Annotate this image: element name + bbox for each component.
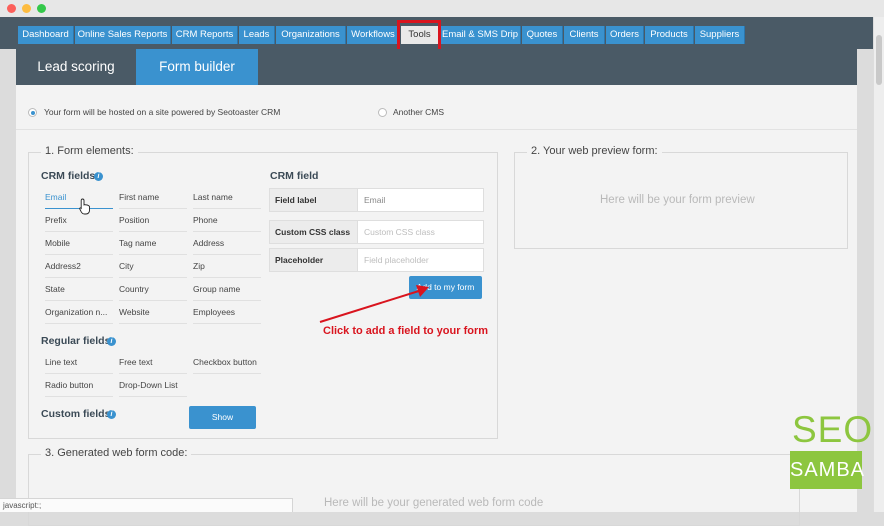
crm-field-phone[interactable]: Phone (193, 210, 261, 232)
crm-field-title: CRM field (270, 170, 319, 182)
window-titlebar (0, 0, 884, 18)
hosting-options: Your form will be hosted on a site power… (16, 85, 857, 130)
minimize-window-icon[interactable] (22, 4, 31, 13)
sub-nav: Lead scoring Form builder (16, 49, 857, 92)
regular-field-free-text[interactable]: Free text (119, 352, 187, 374)
crm-field-zip[interactable]: Zip (193, 256, 261, 278)
hosting-other-cms-radio[interactable] (378, 108, 387, 117)
generated-code-legend: 3. Generated web form code: (41, 447, 192, 459)
hosting-seotoaster-radio[interactable] (28, 108, 37, 117)
logo-samba-text: SAMBA (790, 451, 864, 489)
crm-field-organization-name[interactable]: Organization n... (45, 302, 113, 324)
crm-field-website[interactable]: Website (119, 302, 187, 324)
preview-placeholder: Here will be your form preview (600, 194, 755, 206)
nav-tab-online-sales-reports[interactable]: Online Sales Reports (75, 26, 171, 44)
hosting-other-cms-label: Another CMS (393, 107, 445, 117)
nav-tab-email-sms-drip[interactable]: Email & SMS Drip (440, 26, 521, 44)
nav-tab-organizations[interactable]: Organizations (276, 26, 346, 44)
crm-fields-info-icon[interactable]: i (94, 172, 103, 181)
nav-tab-quotes[interactable]: Quotes (522, 26, 563, 44)
nav-tab-crm-reports[interactable]: CRM Reports (172, 26, 238, 44)
regular-field-line-text[interactable]: Line text (45, 352, 113, 374)
regular-fields-info-icon[interactable]: i (107, 337, 116, 346)
maximize-window-icon[interactable] (37, 4, 46, 13)
crm-field-mobile[interactable]: Mobile (45, 233, 113, 255)
logo-seo-text: SEO (792, 409, 874, 450)
generated-code-fieldset (28, 454, 800, 526)
css-class-input[interactable]: Custom CSS class (364, 221, 435, 243)
crm-field-group-name[interactable]: Group name (193, 279, 261, 301)
regular-field-radio-button[interactable]: Radio button (45, 375, 113, 397)
custom-fields-info-icon[interactable]: i (107, 410, 116, 419)
scrollbar-thumb[interactable] (876, 35, 882, 85)
seo-samba-logo: SEO SAMBA (790, 410, 872, 490)
close-window-icon[interactable] (7, 4, 16, 13)
subtab-form-builder[interactable]: Form builder (136, 49, 258, 85)
form-elements-legend: 1. Form elements: (41, 145, 138, 157)
crm-fields-title: CRM fields (41, 170, 96, 182)
subtab-lead-scoring[interactable]: Lead scoring (16, 49, 136, 85)
nav-tab-leads[interactable]: Leads (239, 26, 275, 44)
crm-field-employees[interactable]: Employees (193, 302, 261, 324)
generated-code-placeholder: Here will be your generated web form cod… (324, 497, 544, 509)
preview-legend: 2. Your web preview form: (527, 145, 662, 157)
annotation-text: Click to add a field to your form (323, 325, 489, 337)
placeholder-label: Placeholder (270, 249, 358, 271)
crm-field-first-name[interactable]: First name (119, 187, 187, 209)
status-bar: javascript:; (0, 498, 293, 512)
crm-field-city[interactable]: City (119, 256, 187, 278)
regular-field-checkbox-button[interactable]: Checkbox button (193, 352, 261, 374)
custom-fields-title: Custom fields (41, 408, 111, 420)
field-label-label: Field label (270, 189, 358, 211)
crm-field-position[interactable]: Position (119, 210, 187, 232)
css-class-row: Custom CSS class Custom CSS class (269, 220, 484, 244)
crm-field-address2[interactable]: Address2 (45, 256, 113, 278)
annotation-arrow-icon (319, 285, 429, 323)
placeholder-input[interactable]: Field placeholder (364, 249, 429, 271)
hosting-seotoaster-label: Your form will be hosted on a site power… (44, 107, 281, 117)
placeholder-row: Placeholder Field placeholder (269, 248, 484, 272)
hand-cursor-icon (79, 198, 90, 215)
css-class-label: Custom CSS class (270, 221, 358, 243)
crm-field-state[interactable]: State (45, 279, 113, 301)
crm-field-address[interactable]: Address (193, 233, 261, 255)
crm-field-last-name[interactable]: Last name (193, 187, 261, 209)
field-label-row: Field label Email (269, 188, 484, 212)
main-nav: Dashboard Online Sales Reports CRM Repor… (0, 17, 884, 49)
nav-tab-workflows[interactable]: Workflows (347, 26, 400, 44)
nav-tab-dashboard[interactable]: Dashboard (18, 26, 74, 44)
show-custom-fields-button[interactable]: Show (189, 406, 256, 429)
vertical-scrollbar[interactable] (873, 17, 884, 512)
regular-fields-title: Regular fields (41, 335, 111, 347)
regular-field-drop-down-list[interactable]: Drop-Down List (119, 375, 187, 397)
crm-field-country[interactable]: Country (119, 279, 187, 301)
nav-tab-suppliers[interactable]: Suppliers (695, 26, 745, 44)
field-label-input[interactable]: Email (364, 189, 385, 211)
nav-tab-clients[interactable]: Clients (564, 26, 605, 44)
nav-tab-orders[interactable]: Orders (606, 26, 644, 44)
form-builder-panel: Your form will be hosted on a site power… (16, 85, 857, 526)
crm-field-tag-name[interactable]: Tag name (119, 233, 187, 255)
nav-tab-products[interactable]: Products (645, 26, 694, 44)
